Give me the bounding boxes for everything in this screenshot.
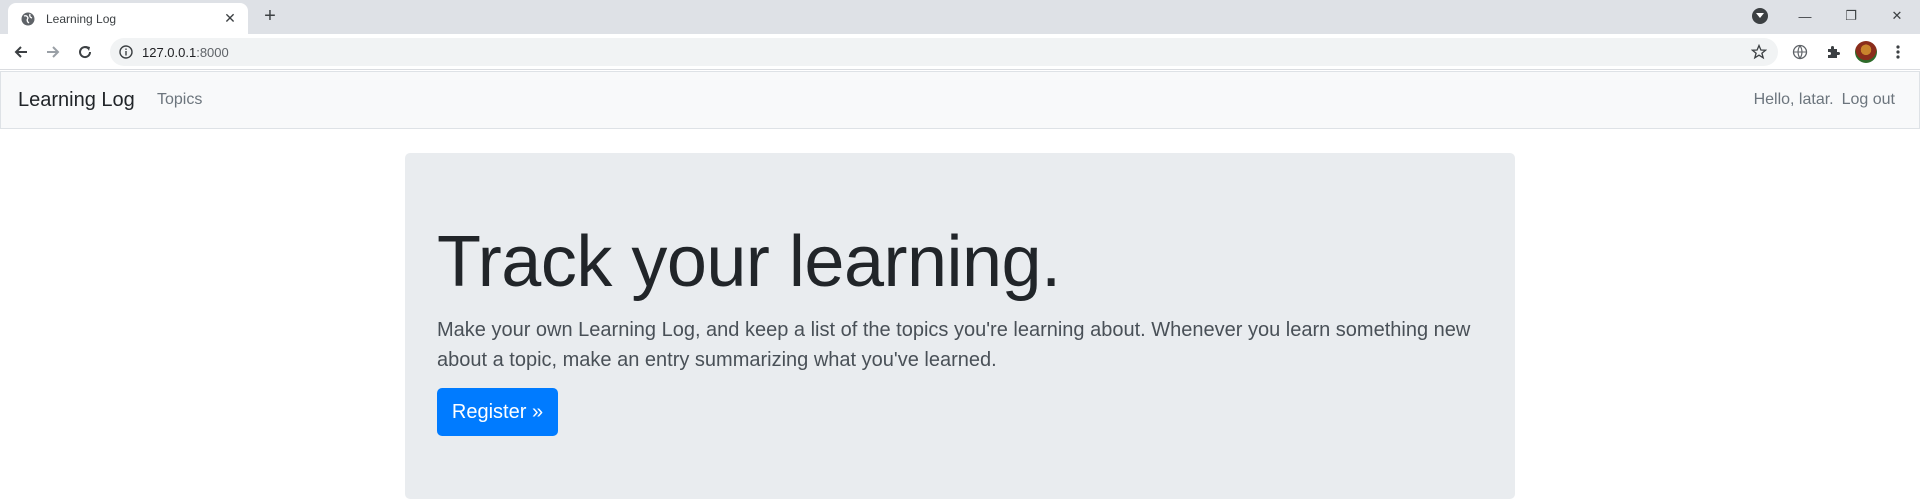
- brand-link[interactable]: Learning Log: [18, 89, 135, 112]
- new-tab-button[interactable]: +: [260, 5, 280, 27]
- reload-icon[interactable]: [74, 41, 96, 63]
- register-button[interactable]: Register »: [437, 388, 558, 436]
- bookmark-star-icon[interactable]: [1750, 43, 1768, 61]
- translate-extension-icon[interactable]: [1790, 42, 1810, 62]
- profile-avatar[interactable]: [1855, 41, 1877, 63]
- browser-tab[interactable]: Learning Log ✕: [8, 3, 248, 34]
- nav-topics-link[interactable]: Topics: [157, 91, 202, 109]
- back-icon[interactable]: [10, 41, 32, 63]
- tab-search-icon[interactable]: [1752, 8, 1768, 24]
- forward-icon[interactable]: [42, 41, 64, 63]
- url-port: :8000: [196, 44, 229, 60]
- kebab-menu-icon[interactable]: [1888, 42, 1908, 62]
- minimize-button[interactable]: —: [1782, 0, 1828, 32]
- tab-title: Learning Log: [46, 11, 117, 26]
- window-close-button[interactable]: ✕: [1874, 0, 1920, 32]
- url-host: 127.0.0.1: [142, 44, 197, 60]
- url-text: 127.0.0.1:8000: [142, 45, 229, 60]
- restore-button[interactable]: ❐: [1828, 0, 1874, 32]
- jumbotron: Track your learning. Make your own Learn…: [405, 153, 1515, 499]
- close-tab-icon[interactable]: ✕: [222, 10, 238, 27]
- extensions-puzzle-icon[interactable]: [1823, 42, 1843, 62]
- hero-title: Track your learning.: [437, 222, 1061, 302]
- user-nav: Hello, latar. Log out: [1754, 91, 1895, 109]
- globe-icon: [20, 11, 36, 27]
- site-info-icon[interactable]: [118, 44, 134, 60]
- hero-lead: Make your own Learning Log, and keep a l…: [437, 319, 1471, 371]
- address-bar[interactable]: 127.0.0.1:8000: [110, 38, 1778, 66]
- browser-toolbar: 127.0.0.1:8000: [0, 34, 1920, 70]
- logout-link[interactable]: Log out: [1842, 91, 1895, 109]
- app-navbar: Learning Log Topics Hello, latar. Log ou…: [0, 71, 1920, 129]
- browser-tabstrip: Learning Log ✕ + — ❐ ✕: [0, 0, 1920, 34]
- user-greeting: Hello, latar.: [1753, 91, 1834, 108]
